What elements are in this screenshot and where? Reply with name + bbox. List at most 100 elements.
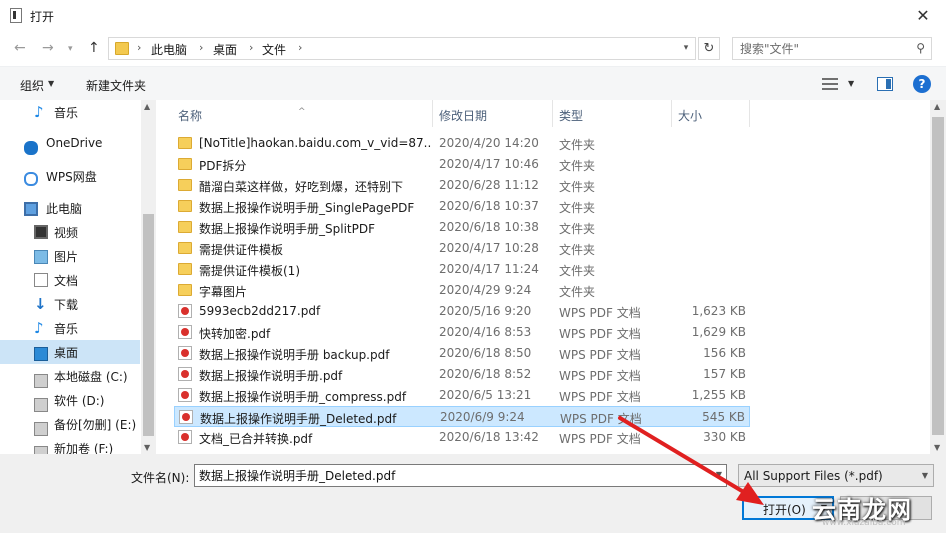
filetype-select[interactable]: All Support Files (*.pdf) ▼ [738,464,934,487]
search-input[interactable] [733,38,903,59]
filename-label: 文件名(N): [131,471,190,485]
file-size: 156 KB [703,346,746,360]
chevron-down-icon[interactable]: ▼ [922,471,928,480]
chevron-down-icon[interactable]: ▼ [716,470,722,479]
file-row[interactable]: [NoTitle]haokan.baidu.com_v_vid=87... 202… [174,133,750,154]
file-row[interactable]: 数据上报操作说明手册_compress.pdf 2020/6/5 13:21 WPS… [174,385,750,406]
file-row[interactable]: 字幕图片 2020/4/29 9:24 文件夹 [174,280,750,301]
chevron-down-icon[interactable]: ▼ [848,79,854,88]
file-row[interactable]: 数据上报操作说明手册 backup.pdf 2020/6/18 8:50 WPS P… [174,343,750,364]
search-box[interactable]: ⚲ [732,37,932,60]
sidebar-item-documents[interactable]: 文档 [0,268,140,292]
organize-button[interactable]: 组织 [20,77,44,94]
column-header-type[interactable]: 类型 [553,100,671,127]
sidebar-item-music[interactable]: ♪ 音乐 [0,100,140,124]
file-size: 1,255 KB [691,388,746,402]
chevron-right-icon[interactable]: › [137,41,141,54]
file-row[interactable]: 醋溜白菜这样做，好吃到爆，还特别下 2020/6/28 11:12 文件夹 [174,175,750,196]
sidebar-item-label: WPS网盘 [46,170,97,184]
filename-field[interactable]: ▼ [194,464,727,487]
scroll-up-icon[interactable]: ▲ [144,102,150,111]
chevron-right-icon[interactable]: › [199,41,203,54]
sidebar-item-label: 软件 (D:) [54,394,105,408]
breadcrumb-files[interactable]: 文件 [262,41,286,58]
sidebar-item-wps-cloud[interactable]: WPS网盘 [0,164,140,188]
scrollbar-thumb[interactable] [143,214,154,436]
file-row[interactable]: 文档_已合并转换.pdf 2020/6/18 13:42 WPS PDF 文档 330… [174,427,750,448]
address-bar[interactable]: › 此电脑 › 桌面 › 文件 › ▾ [108,37,696,60]
sidebar-item-drive-f[interactable]: 新加卷 (F:) [0,436,140,454]
help-icon[interactable]: ? [913,75,931,93]
file-size: 1,623 KB [691,304,746,318]
sidebar-item-videos[interactable]: 视频 [0,220,140,244]
file-row[interactable]: PDF拆分 2020/4/17 10:46 文件夹 [174,154,750,175]
sidebar-item-onedrive[interactable]: OneDrive [0,132,140,156]
chevron-down-icon[interactable]: ▼ [48,79,54,88]
file-name: PDF拆分 [199,159,247,173]
close-button[interactable]: ✕ [900,0,946,32]
file-row[interactable]: 需提供证件模板(1) 2020/4/17 11:24 文件夹 [174,259,750,280]
document-icon [34,273,48,287]
up-arrow-icon[interactable]: ↑ [88,40,100,56]
chevron-right-icon[interactable]: › [298,41,302,54]
search-icon[interactable]: ⚲ [916,41,925,55]
column-header-label: 类型 [559,109,584,123]
chevron-right-icon[interactable]: › [249,41,253,54]
sidebar-item-drive-c[interactable]: 本地磁盘 (C:) [0,364,140,388]
file-date: 2020/6/18 13:42 [439,430,539,444]
sidebar-scrollbar[interactable]: ▲ ▼ [141,100,156,454]
column-header-date[interactable]: 修改日期 [433,100,553,127]
view-details-icon[interactable] [822,77,838,91]
sidebar-item-drive-d[interactable]: 软件 (D:) [0,388,140,412]
sidebar-item-label: 新加卷 (F:) [54,442,114,454]
sidebar-item-downloads[interactable]: ↓ 下载 [0,292,140,316]
breadcrumb-this-pc[interactable]: 此电脑 [151,41,187,58]
file-date: 2020/6/28 11:12 [439,178,539,192]
refresh-button[interactable]: ↻ [698,37,720,60]
sidebar-item-this-pc[interactable]: 此电脑 [0,196,140,220]
drive-icon [34,446,48,454]
file-row[interactable]: 数据上报操作说明手册_SplitPDF 2020/6/18 10:38 文件夹 [174,217,750,238]
scrollbar-thumb[interactable] [932,117,944,435]
sidebar-item-label: 文档 [54,274,79,288]
filename-input[interactable] [195,465,700,486]
file-type: WPS PDF 文档 [559,432,641,446]
folder-icon [178,242,192,254]
file-row[interactable]: 需提供证件模板 2020/4/17 10:28 文件夹 [174,238,750,259]
breadcrumb-desktop[interactable]: 桌面 [213,41,237,58]
back-arrow-icon[interactable]: ← [14,40,26,56]
file-type: 文件夹 [559,180,596,194]
file-type: 文件夹 [559,138,596,152]
file-row[interactable]: 快转加密.pdf 2020/4/16 8:53 WPS PDF 文档 1,629 KB [174,322,750,343]
file-type: 文件夹 [559,285,596,299]
sidebar-item-music-2[interactable]: ♪ 音乐 [0,316,140,340]
preview-pane-icon[interactable] [877,77,893,91]
folder-icon [178,179,192,191]
sidebar-item-desktop[interactable]: 桌面 [0,340,140,364]
file-list-scrollbar[interactable]: ▲ ▼ [930,100,946,454]
file-name: 文档_已合并转换.pdf [199,432,313,446]
column-header-size[interactable]: 大小 [672,100,750,127]
sidebar-item-label: 音乐 [54,322,79,336]
scroll-up-icon[interactable]: ▲ [934,102,940,111]
chevron-down-icon[interactable]: ▾ [677,38,695,59]
file-type: 文件夹 [559,159,596,173]
file-row[interactable]: 数据上报操作说明手册.pdf 2020/6/18 8:52 WPS PDF 文档 15… [174,364,750,385]
recent-locations-icon[interactable]: ▾ [68,44,73,54]
sidebar-item-pictures[interactable]: 图片 [0,244,140,268]
column-header-name[interactable]: ^ 名称 [160,100,432,127]
wps-cloud-icon [24,172,38,186]
file-row[interactable]: 数据上报操作说明手册_Deleted.pdf 2020/6/9 9:24 WPS P… [174,406,750,427]
file-name: [NoTitle]haokan.baidu.com_v_vid=87... [199,136,431,150]
file-row[interactable]: 数据上报操作说明手册_SinglePagePDF 2020/6/18 10:37 文… [174,196,750,217]
sidebar-item-drive-e[interactable]: 备份[勿删] (E:) [0,412,140,436]
scroll-down-icon[interactable]: ▼ [144,443,150,452]
file-row[interactable]: 5993ecb2dd217.pdf 2020/5/16 9:20 WPS PDF 文… [174,301,750,322]
download-icon: ↓ [34,295,47,313]
file-type: WPS PDF 文档 [559,327,641,341]
new-folder-button[interactable]: 新建文件夹 [86,77,146,94]
column-divider[interactable] [749,100,750,127]
forward-arrow-icon[interactable]: → [42,40,54,56]
scroll-down-icon[interactable]: ▼ [934,443,940,452]
file-date: 2020/6/5 13:21 [439,388,532,402]
